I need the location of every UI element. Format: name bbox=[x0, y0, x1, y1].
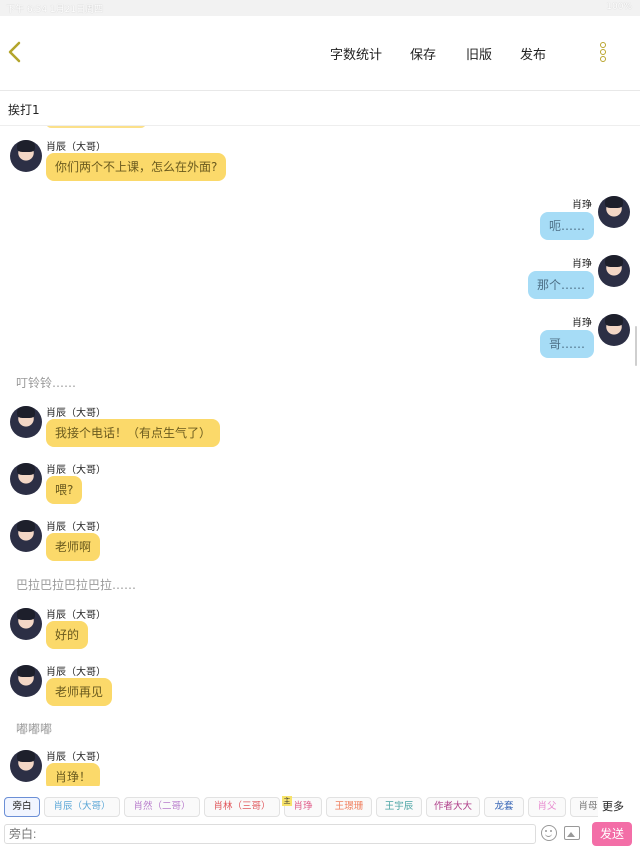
avatar[interactable] bbox=[598, 196, 630, 228]
image-icon[interactable] bbox=[564, 826, 580, 840]
emoji-icon[interactable] bbox=[541, 825, 557, 841]
avatar[interactable] bbox=[10, 463, 42, 495]
avatar[interactable] bbox=[10, 520, 42, 552]
role-chip[interactable]: 王宇辰 bbox=[376, 797, 422, 817]
message-bubble[interactable]: 哥…… bbox=[539, 330, 594, 358]
speaker-name: 肖辰（大哥） bbox=[46, 752, 106, 763]
avatar[interactable] bbox=[10, 665, 42, 697]
send-button[interactable]: 发送 bbox=[592, 822, 632, 846]
role-chip[interactable]: 王璟珊 bbox=[326, 797, 372, 817]
old-version-button[interactable]: 旧版 bbox=[466, 44, 492, 63]
message-bubble[interactable]: 老师再见 bbox=[46, 678, 113, 706]
role-chip-narrator[interactable]: 旁白 bbox=[4, 797, 40, 817]
avatar[interactable] bbox=[598, 255, 630, 287]
chat-message[interactable]: 肖琤 那个…… bbox=[0, 255, 640, 307]
speaker-name: 肖辰（大哥） bbox=[46, 667, 106, 678]
speaker-name: 肖辰（大哥） bbox=[46, 408, 106, 419]
chat-message[interactable]: 肖辰（大哥） 喂? bbox=[0, 463, 640, 513]
avatar[interactable] bbox=[10, 406, 42, 438]
chat-message[interactable]: 肖辰（大哥） 肖琤！ bbox=[0, 750, 640, 786]
avatar[interactable] bbox=[10, 750, 42, 782]
role-chip[interactable]: 肖然（二哥） bbox=[124, 797, 200, 817]
top-navbar: 字数统计 保存 旧版 发布 bbox=[0, 16, 640, 91]
input-bar: 发送 bbox=[0, 822, 640, 853]
narration-text[interactable]: 巴拉巴拉巴拉巴拉…… bbox=[16, 576, 136, 593]
role-chip[interactable]: 肖父 bbox=[528, 797, 566, 817]
publish-button[interactable]: 发布 bbox=[520, 44, 546, 63]
status-time: 下午 6:54 1月21日周四 bbox=[6, 5, 104, 15]
word-count-button[interactable]: 字数统计 bbox=[330, 44, 382, 63]
role-selector-bar: 旁白 肖辰（大哥） 肖然（二哥） 肖林（三哥） 肖琤 王璟珊 王宇辰 作者大大 … bbox=[0, 792, 640, 822]
chat-message[interactable]: 肖辰（大哥） 我接个电话！（有点生气了） bbox=[0, 406, 640, 456]
chapter-title[interactable]: 挨打1 bbox=[8, 101, 40, 118]
speaker-name: 肖琤 bbox=[572, 200, 592, 211]
role-chip[interactable]: 肖辰（大哥） bbox=[44, 797, 120, 817]
message-bubble[interactable]: 肖琤！ bbox=[46, 763, 101, 786]
partial-bubble bbox=[46, 126, 146, 128]
message-bubble[interactable]: 那个…… bbox=[527, 271, 594, 299]
avatar[interactable] bbox=[598, 314, 630, 346]
back-chevron-icon[interactable] bbox=[6, 40, 24, 64]
speaker-name: 肖琤 bbox=[572, 318, 592, 329]
chat-area[interactable]: 肖辰（大哥） 你们两个不上课，怎么在外面? 肖琤 呃…… 肖琤 那个…… 肖琤 … bbox=[0, 126, 640, 786]
more-menu-icon[interactable] bbox=[600, 42, 612, 66]
speaker-name: 肖辰（大哥） bbox=[46, 522, 106, 533]
speaker-name: 肖辰（大哥） bbox=[46, 465, 106, 476]
chat-message[interactable]: 肖琤 哥…… bbox=[0, 314, 640, 366]
save-button[interactable]: 保存 bbox=[410, 44, 436, 63]
chat-message[interactable]: 肖琤 呃…… bbox=[0, 196, 640, 248]
message-bubble[interactable]: 呃…… bbox=[539, 212, 594, 240]
message-bubble[interactable]: 喂? bbox=[46, 476, 83, 504]
speaker-name: 肖辰（大哥） bbox=[46, 610, 106, 621]
narration-text[interactable]: 嘟嘟嘟 bbox=[16, 720, 52, 737]
status-bar: 下午 6:54 1月21日周四 100% bbox=[0, 0, 640, 16]
chat-message[interactable]: 肖辰（大哥） 好的 bbox=[0, 608, 640, 658]
message-bubble[interactable]: 你们两个不上课，怎么在外面? bbox=[46, 153, 227, 181]
speaker-name: 肖琤 bbox=[572, 259, 592, 270]
message-bubble[interactable]: 好的 bbox=[46, 621, 89, 649]
battery-indicator: 100% bbox=[606, 2, 632, 12]
chapter-bar: 挨打1 bbox=[0, 91, 640, 126]
more-roles-button[interactable]: 更多 bbox=[598, 797, 628, 817]
role-chip[interactable]: 肖林（三哥） bbox=[204, 797, 280, 817]
avatar[interactable] bbox=[10, 608, 42, 640]
chat-message[interactable]: 肖辰（大哥） 老师啊 bbox=[0, 520, 640, 570]
avatar[interactable] bbox=[10, 140, 42, 172]
role-chip[interactable]: 作者大大 bbox=[426, 797, 480, 817]
message-bubble[interactable]: 老师啊 bbox=[46, 533, 101, 561]
chat-message[interactable]: 肖辰（大哥） 你们两个不上课，怎么在外面? bbox=[0, 140, 640, 190]
chat-message[interactable]: 肖辰（大哥） 老师再见 bbox=[0, 665, 640, 715]
narration-text[interactable]: 叮铃铃…… bbox=[16, 374, 76, 391]
speaker-name: 肖辰（大哥） bbox=[46, 142, 106, 153]
message-bubble[interactable]: 我接个电话！（有点生气了） bbox=[46, 419, 221, 447]
message-input[interactable] bbox=[4, 824, 536, 844]
role-chip[interactable]: 龙套 bbox=[484, 797, 524, 817]
main-role-badge: 主 bbox=[282, 796, 292, 806]
